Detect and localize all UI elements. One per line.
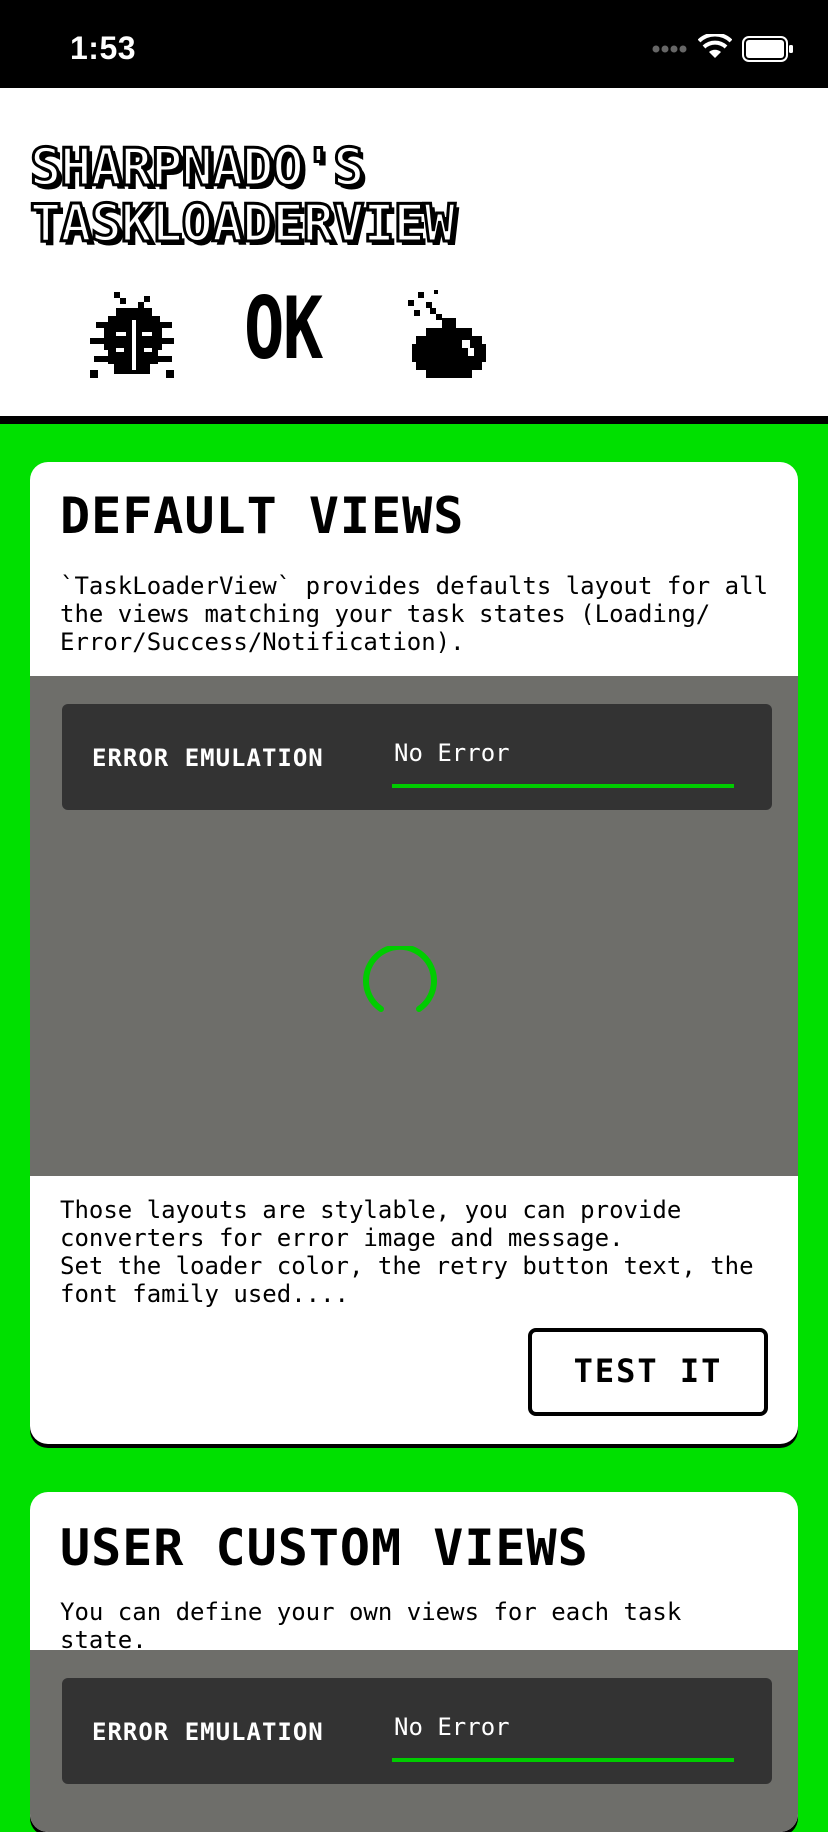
styling-description: Those layouts are stylable, you can prov… bbox=[60, 1196, 754, 1308]
custom-loader-demo-area: ERROR EMULATION No Error bbox=[30, 1650, 798, 1832]
error-emulation-label-custom: ERROR EMULATION bbox=[92, 1718, 324, 1746]
error-emulation-panel: ERROR EMULATION No Error bbox=[62, 704, 772, 810]
loading-spinner bbox=[363, 946, 437, 1012]
app-title-line1: SHARPNADO'S bbox=[28, 138, 365, 198]
app-title-line2: TASKLOADERVIEW bbox=[28, 194, 456, 254]
user-custom-views-card: USER CUSTOM VIEWS You can define your ow… bbox=[30, 1492, 798, 1832]
error-emulation-label: ERROR EMULATION bbox=[92, 744, 324, 772]
error-emulation-picker-custom[interactable]: No Error bbox=[392, 1702, 734, 1762]
default-views-description: `TaskLoaderView` provides defaults layou… bbox=[60, 572, 769, 656]
user-custom-views-heading: USER CUSTOM VIEWS bbox=[60, 1519, 589, 1577]
default-views-card: DEFAULT VIEWS `TaskLoaderView` provides … bbox=[30, 462, 798, 1444]
error-emulation-picker[interactable]: No Error bbox=[392, 728, 734, 788]
test-it-button[interactable]: TEST IT bbox=[528, 1328, 768, 1416]
wifi-icon bbox=[698, 34, 732, 58]
user-custom-views-description: You can define your own views for each t… bbox=[60, 1598, 682, 1654]
status-bar: 1:53 bbox=[0, 0, 828, 88]
error-emulation-panel-custom: ERROR EMULATION No Error bbox=[62, 1678, 772, 1784]
ok-status-text: OK bbox=[244, 279, 323, 379]
app-title: SHARPNADO'S TASKLOADERVIEW bbox=[28, 138, 456, 254]
loader-demo-area: ERROR EMULATION No Error bbox=[30, 676, 798, 1176]
bug-icon bbox=[90, 292, 174, 378]
bomb-icon bbox=[408, 290, 486, 378]
default-views-heading: DEFAULT VIEWS bbox=[60, 487, 465, 545]
cellular-signal-icon bbox=[652, 45, 687, 53]
status-time: 1:53 bbox=[70, 30, 137, 66]
app-header: SHARPNADO'S TASKLOADERVIEW OK bbox=[0, 88, 828, 424]
battery-icon bbox=[742, 36, 793, 62]
